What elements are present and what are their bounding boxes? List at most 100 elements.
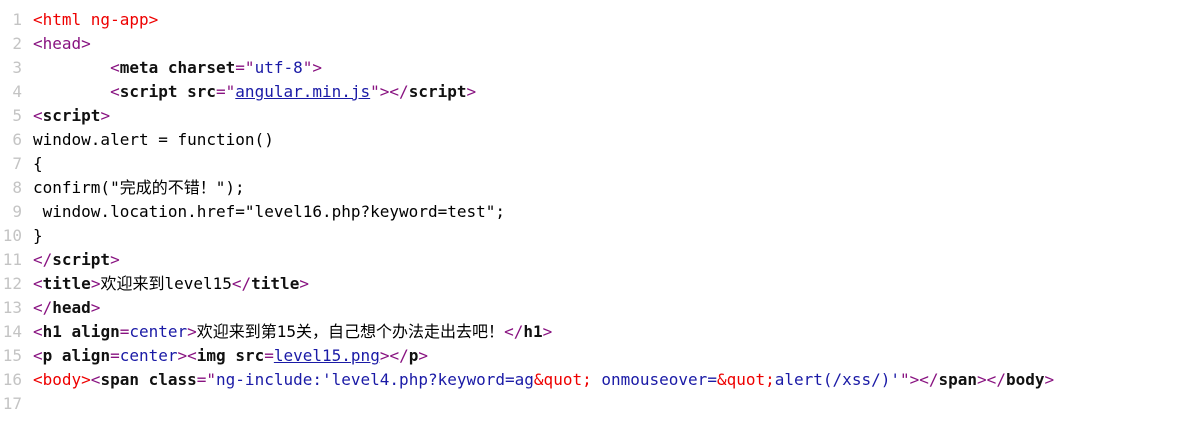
code-token: > (542, 322, 553, 341)
code-token: > (90, 274, 101, 293)
code-token: meta charset (119, 58, 236, 77)
code-token: > (418, 346, 429, 365)
code-token: > (100, 106, 111, 125)
code-token: script (42, 106, 101, 125)
code-token: script src (119, 82, 217, 101)
code-token: > (187, 322, 197, 341)
code-token: <head> (33, 34, 91, 53)
code-token: p (408, 346, 419, 365)
line-code: <p align=center><img src=level15.png></p… (33, 346, 428, 365)
source-line: 2 <head> (0, 32, 91, 56)
line-code: confirm("完成的不错！"); (33, 178, 245, 197)
line-code: <body><span class="ng-include:'level4.ph… (33, 370, 1054, 389)
line-code: <script src="angular.min.js"></script> (33, 82, 476, 101)
line-code: window.location.href="level16.php?keywor… (33, 202, 505, 221)
code-token: title (251, 274, 300, 293)
code-token: ></ (379, 346, 409, 365)
code-token: <body> (33, 370, 91, 389)
source-line: 4 <script src="angular.min.js"></script> (0, 80, 476, 104)
source-line: 14 <h1 align=center>欢迎来到第15关，自己想个办法走出去吧！<… (0, 320, 553, 344)
line-code: </script> (33, 250, 120, 269)
code-token: "> (302, 58, 322, 77)
line-number: 14 (2, 322, 22, 341)
code-token: ></ (977, 370, 1006, 389)
code-token: = (264, 346, 274, 365)
code-token: 欢迎来到第15关，自己想个办法走出去吧！ (196, 322, 505, 341)
source-line: 5 <script> (0, 104, 110, 128)
code-token: script (52, 250, 111, 269)
code-token: > (110, 250, 120, 269)
line-number: 1 (12, 10, 22, 29)
line-number: 2 (12, 34, 22, 53)
code-token: h1 align (42, 322, 120, 341)
source-line: 8 confirm("完成的不错！"); (0, 176, 245, 200)
code-token: < (33, 274, 43, 293)
code-token: </ (231, 274, 252, 293)
code-token: p align (42, 346, 111, 365)
code-token: alert(/xss/)' (774, 370, 900, 389)
line-number: 16 (2, 370, 22, 389)
code-token: <html ng-app> (33, 10, 159, 29)
code-token: < (33, 106, 43, 125)
code-token: < (110, 82, 120, 101)
line-number: 15 (2, 346, 22, 365)
code-token: img src (196, 346, 265, 365)
line-code: </head> (33, 298, 100, 317)
source-link[interactable]: level15.png (274, 346, 380, 365)
line-code: window.alert = function() (33, 130, 274, 149)
source-line: 3 <meta charset="utf-8"> (0, 56, 322, 80)
line-code: } (33, 226, 43, 245)
source-line: 17 (0, 392, 33, 416)
line-number: 4 (12, 82, 22, 101)
line-number: 11 (2, 250, 22, 269)
line-number: 9 (12, 202, 22, 221)
source-line: 9 window.location.href="level16.php?keyw… (0, 200, 505, 224)
line-number: 3 (12, 58, 22, 77)
source-line: 7{ (0, 152, 43, 176)
code-token: &quot; (533, 370, 592, 389)
source-link[interactable]: angular.min.js (235, 82, 370, 101)
line-number: 6 (12, 130, 22, 149)
code-token: =" (196, 370, 217, 389)
code-token: > (299, 274, 309, 293)
code-token: center (129, 322, 188, 341)
line-number: 8 (12, 178, 22, 197)
code-token: < (90, 370, 101, 389)
code-token: span (938, 370, 978, 389)
code-token: "></ (370, 82, 409, 101)
line-number: 12 (2, 274, 22, 293)
code-token: = (110, 346, 120, 365)
source-line: 6 window.alert = function() (0, 128, 274, 152)
source-line: 12 <title>欢迎来到level15</title> (0, 272, 309, 296)
code-token: body (1005, 370, 1045, 389)
line-code: <title>欢迎来到level15</title> (33, 274, 309, 293)
line-code: <meta charset="utf-8"> (33, 58, 322, 77)
line-number: 13 (2, 298, 22, 317)
code-token: center (119, 346, 178, 365)
line-number: 5 (12, 106, 22, 125)
code-token: > (1044, 370, 1055, 389)
code-token: </ (504, 322, 524, 341)
code-token: </ (33, 298, 53, 317)
source-line: 16 <body><span class="ng-include:'level4.… (0, 368, 1054, 392)
line-code: <head> (33, 34, 91, 53)
line-code: <html ng-app> (33, 10, 158, 29)
code-token: utf-8 (254, 58, 303, 77)
code-token: } (33, 226, 43, 245)
code-token: &quot; (716, 370, 775, 389)
code-token: script (408, 82, 467, 101)
code-token: window.alert = function() (33, 130, 274, 149)
code-token: span class (100, 370, 197, 389)
code-token: 欢迎来到level15 (100, 274, 232, 293)
source-line: 1 <html ng-app> (0, 8, 158, 32)
code-token: window.location.href="level16.php?keywor… (33, 202, 506, 221)
code-token: =" (216, 82, 236, 101)
source-viewer: 1 <html ng-app> 2 <head> 3 <meta charset="ut… (0, 0, 1193, 426)
code-token: =" (235, 58, 255, 77)
code-token: > (90, 298, 101, 317)
line-code: { (33, 154, 43, 173)
source-line: 15 <p align=center><img src=level15.png><… (0, 344, 428, 368)
source-line: 11 </script> (0, 248, 120, 272)
